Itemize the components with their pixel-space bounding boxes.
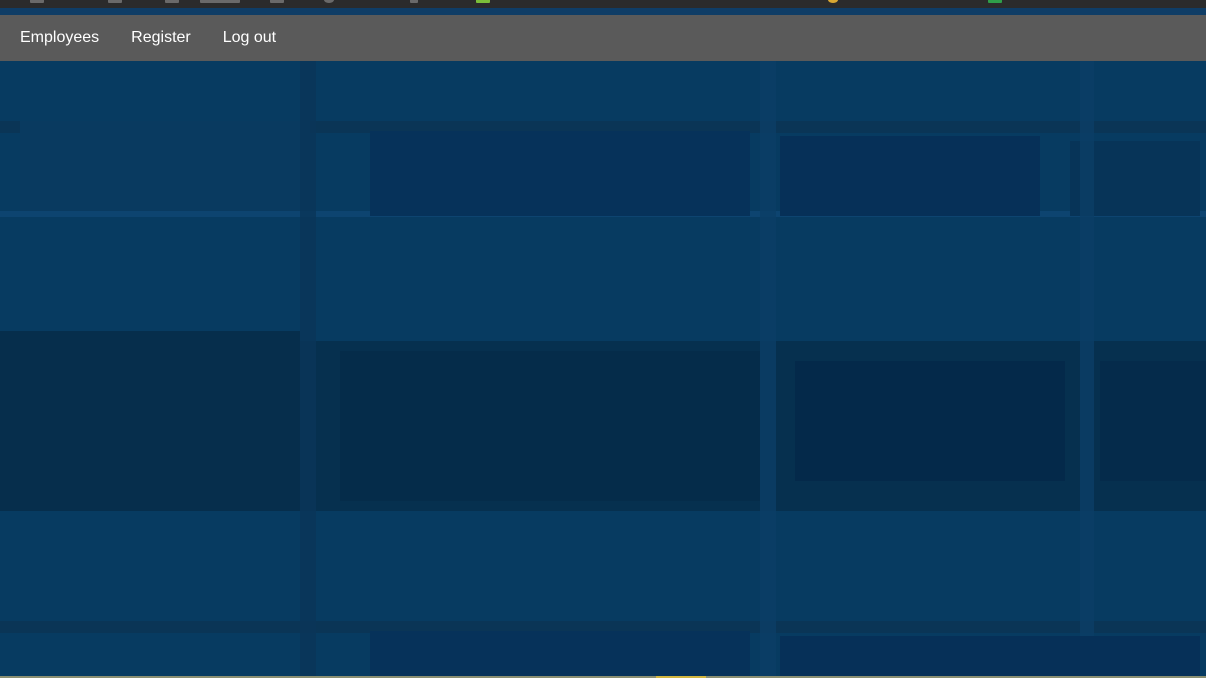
background-block [370,631,750,678]
nav-link-employees[interactable]: Employees [20,15,99,61]
bookmark-icon[interactable] [30,0,44,3]
bookmark-icon[interactable] [270,0,284,3]
background-block [795,361,1065,481]
background-block [340,351,760,501]
background-pillar [300,61,316,678]
nav-link-register[interactable]: Register [131,15,191,61]
bookmark-icon[interactable] [165,0,179,3]
background-block [780,636,1200,678]
background-pillar [1080,61,1094,678]
bookmark-icon[interactable] [324,0,334,3]
nav-link-log-out[interactable]: Log out [223,15,276,61]
hero-background [0,61,1206,678]
bookmark-icon[interactable] [828,0,838,3]
bookmark-icon[interactable] [108,0,122,3]
background-block [0,331,300,511]
top-navbar: Employees Register Log out [0,15,1206,61]
background-pillar [760,61,776,678]
browser-divider [0,8,1206,15]
background-block [20,121,310,211]
bookmark-icon[interactable] [988,0,1002,3]
bookmark-icon[interactable] [410,0,418,3]
bookmark-icon[interactable] [476,0,490,3]
background-block [780,136,1040,216]
bookmark-label[interactable] [200,0,240,3]
background-block [1100,361,1206,481]
browser-bookmarks-bar [0,0,1206,8]
background-block [370,131,750,216]
